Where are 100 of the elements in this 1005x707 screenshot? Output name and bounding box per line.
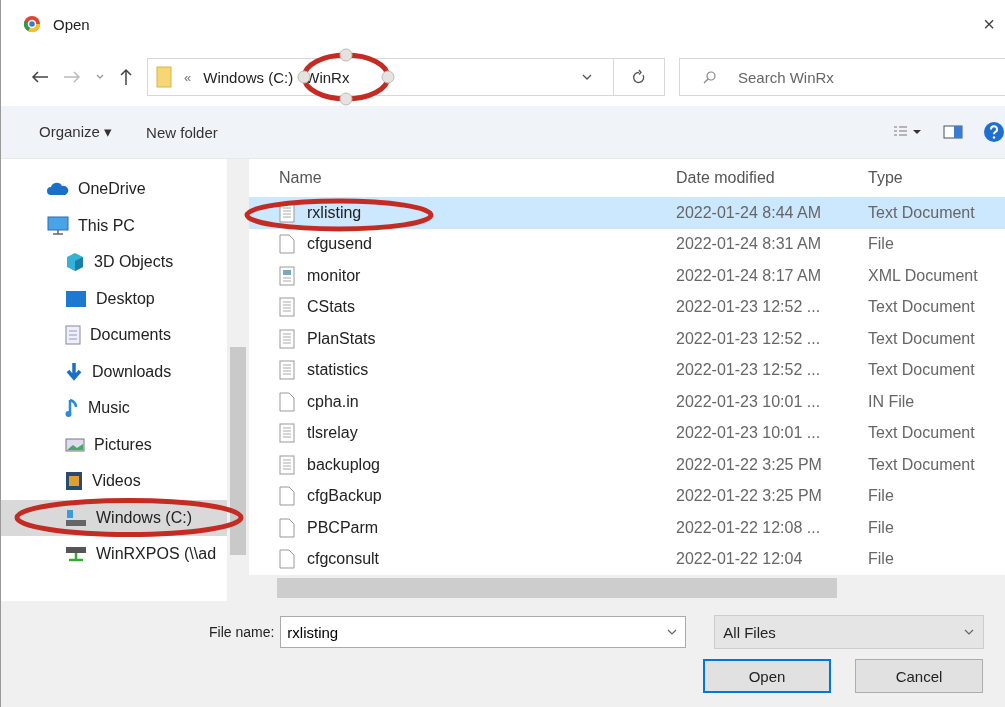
chevron-down-icon bbox=[963, 628, 976, 636]
file-type-dropdown[interactable]: All Files bbox=[714, 615, 985, 649]
file-row[interactable]: cpha.in 2022-01-23 10:01 ... IN File bbox=[249, 386, 1005, 418]
window-title: Open bbox=[53, 15, 90, 33]
file-name: backuplog bbox=[307, 455, 380, 474]
file-name: cfgBackup bbox=[307, 487, 382, 506]
organize-menu[interactable]: Organize ▾ bbox=[39, 123, 113, 141]
file-row[interactable]: PlanStats 2022-01-23 12:52 ... Text Document bbox=[249, 323, 1005, 355]
blank-file-icon bbox=[279, 486, 295, 507]
file-name: tlsrelay bbox=[307, 424, 358, 443]
file-row[interactable]: PBCParm 2022-01-22 12:08 ... File bbox=[249, 512, 1005, 544]
file-row[interactable]: rxlisting 2022-01-24 8:44 AM Text Document bbox=[249, 197, 1005, 229]
network-drive-icon bbox=[65, 545, 87, 564]
search-icon bbox=[703, 70, 717, 84]
close-button[interactable]: × bbox=[983, 12, 995, 36]
type-cell-text: Text Document bbox=[867, 329, 975, 348]
file-name-label: File name: bbox=[209, 624, 275, 640]
down-arrow-icon bbox=[65, 361, 83, 382]
column-header[interactable]: Date modified bbox=[649, 169, 858, 187]
cube-icon bbox=[65, 252, 85, 273]
type-cell-text: File bbox=[867, 487, 894, 506]
sidebar-item[interactable]: Downloads bbox=[1, 353, 227, 390]
sidebar-item[interactable]: WinRXPOS (\\ad bbox=[1, 536, 227, 573]
film-icon bbox=[65, 471, 83, 492]
view-options-icon[interactable] bbox=[893, 125, 923, 139]
open-button[interactable]: Open bbox=[703, 659, 831, 693]
file-name: statistics bbox=[307, 361, 369, 380]
blank-file-icon bbox=[279, 517, 295, 538]
date-cell-text: 2022-01-24 8:44 AM bbox=[675, 203, 822, 222]
text-file-icon bbox=[279, 423, 295, 444]
sidebar-scrollbar[interactable] bbox=[227, 159, 249, 601]
type-cell-text: Text Document bbox=[867, 203, 975, 222]
date-cell-text: 2022-01-23 12:52 ... bbox=[675, 298, 822, 317]
date-cell-text: 2022-01-22 12:08 ... bbox=[675, 518, 822, 537]
picture-icon bbox=[65, 437, 85, 452]
blank-file-icon bbox=[279, 549, 295, 570]
text-file-icon bbox=[279, 297, 295, 318]
file-name: cfgusend bbox=[307, 235, 372, 254]
sidebar-item[interactable]: Desktop bbox=[1, 280, 227, 317]
file-row[interactable]: monitor 2022-01-24 8:17 AM XML Document bbox=[249, 260, 1005, 292]
file-row[interactable]: statistics 2022-01-23 12:52 ... Text Document bbox=[249, 354, 1005, 386]
breadcrumb[interactable]: Windows (C:) bbox=[203, 68, 294, 86]
sidebar-item[interactable]: OneDrive bbox=[1, 171, 227, 208]
file-row[interactable]: tlsrelay 2022-01-23 10:01 ... Text Document bbox=[249, 417, 1005, 449]
date-cell-text: 2022-01-22 3:25 PM bbox=[675, 487, 823, 506]
sidebar-item[interactable]: This PC bbox=[1, 207, 227, 244]
text-file-icon bbox=[279, 328, 295, 349]
new-folder-button[interactable]: New folder bbox=[146, 123, 218, 141]
file-name: CStats bbox=[307, 298, 355, 317]
file-name: cfgconsult bbox=[307, 550, 380, 569]
horizontal-scrollbar[interactable] bbox=[249, 575, 1005, 601]
file-name: cpha.in bbox=[307, 392, 359, 411]
file-name: monitor bbox=[307, 266, 361, 285]
back-arrow-icon[interactable] bbox=[31, 70, 49, 84]
document-icon bbox=[65, 325, 81, 346]
blank-file-icon bbox=[279, 391, 295, 412]
file-name: PlanStats bbox=[307, 329, 376, 348]
text-file-icon bbox=[279, 360, 295, 381]
file-row[interactable]: cfgBackup 2022-01-22 3:25 PM File bbox=[249, 480, 1005, 512]
help-icon[interactable] bbox=[983, 121, 1005, 143]
file-name: PBCParm bbox=[307, 518, 379, 537]
column-header[interactable]: Name bbox=[249, 169, 649, 187]
blank-file-icon bbox=[279, 234, 295, 255]
sidebar-item[interactable]: Videos bbox=[1, 463, 227, 500]
chevron-down-icon[interactable] bbox=[666, 628, 679, 636]
sidebar-item[interactable]: 3D Objects bbox=[1, 244, 227, 281]
search-field[interactable]: Search WinRx bbox=[679, 58, 1005, 96]
overflow-chevrons[interactable]: « bbox=[184, 69, 192, 85]
drive-icon bbox=[65, 508, 87, 527]
preview-pane-icon[interactable] bbox=[943, 125, 963, 139]
date-cell-text: 2022-01-23 12:52 ... bbox=[675, 361, 822, 380]
chevron-down-icon[interactable] bbox=[581, 73, 593, 81]
file-row[interactable]: cfgconsult 2022-01-22 12:04 File bbox=[249, 543, 1005, 575]
date-cell-text: 2022-01-23 12:52 ... bbox=[675, 329, 822, 348]
xml-file-icon bbox=[279, 265, 295, 286]
sidebar-item[interactable]: Documents bbox=[1, 317, 227, 354]
date-cell-text: 2022-01-22 3:25 PM bbox=[675, 455, 823, 474]
date-cell-text: 2022-01-24 8:31 AM bbox=[675, 235, 822, 254]
sidebar-item[interactable]: Music bbox=[1, 390, 227, 427]
up-arrow-icon[interactable] bbox=[119, 68, 133, 86]
column-header[interactable]: Type bbox=[858, 169, 903, 187]
type-cell-text: File bbox=[867, 518, 894, 537]
type-cell-text: Text Document bbox=[867, 455, 975, 474]
file-row[interactable]: cfgusend 2022-01-24 8:31 AM File bbox=[249, 228, 1005, 260]
file-row[interactable]: backuplog 2022-01-22 3:25 PM Text Document bbox=[249, 449, 1005, 481]
file-row[interactable]: CStats 2022-01-23 12:52 ... Text Document bbox=[249, 291, 1005, 323]
cancel-button[interactable]: Cancel bbox=[855, 659, 983, 693]
sidebar-item[interactable]: Pictures bbox=[1, 426, 227, 463]
date-cell-text: 2022-01-23 10:01 ... bbox=[675, 392, 822, 411]
date-cell-text: 2022-01-23 10:01 ... bbox=[675, 424, 822, 443]
type-cell-text: IN File bbox=[867, 392, 915, 411]
type-cell-text: File bbox=[867, 550, 894, 569]
folder-icon bbox=[156, 66, 172, 88]
type-cell-text: Text Document bbox=[867, 424, 975, 443]
music-note-icon bbox=[65, 398, 79, 419]
desktop-icon bbox=[65, 289, 87, 308]
text-file-icon bbox=[279, 454, 295, 475]
date-cell-text: 2022-01-22 12:04 bbox=[675, 550, 804, 569]
file-name-field[interactable]: rxlisting bbox=[280, 616, 687, 648]
type-cell-text: Text Document bbox=[867, 361, 975, 380]
